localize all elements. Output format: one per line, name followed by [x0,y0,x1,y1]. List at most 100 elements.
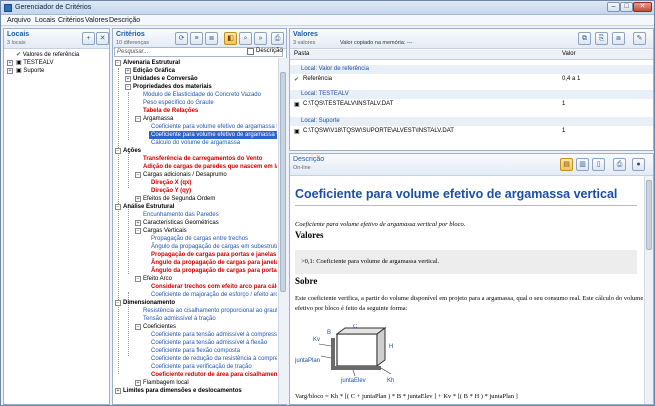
valores-header: Valores 3 valores Valor copiado na memór… [290,29,653,49]
print-icon[interactable]: ⎙ [613,158,626,171]
criterios-header: Critérios 10 diferenças ⟳ ≡ ≣ ◧ ⌕ » ⎙ [113,29,286,49]
tree-node[interactable]: Coeficiente para volume efetivo de argam… [151,123,277,131]
copy-icon[interactable]: ⧉ [578,32,591,45]
tree-node[interactable]: Encunhamento das Paredes [143,211,219,219]
locais-tree: ✔ Valores de referência + ▣ TESTEALV + ▣… [4,50,109,404]
tree-node[interactable]: Peso específico do Graute [143,99,214,107]
tree-node[interactable]: Ângulo da propagação de cargas em subest… [151,243,277,251]
tree-node[interactable]: Resistência ao cisalhamento proporcional… [143,307,277,315]
tree-node[interactable]: Direção X (qx) [151,179,191,187]
divider [295,205,637,206]
tree-node[interactable]: Coeficiente redutor de área para cisalha… [151,371,277,379]
tree-node[interactable]: Tensão admissível à tração [143,315,216,323]
valores-title: Valores [293,31,318,38]
tree-node[interactable]: Ângulo da propagação de cargas para jane… [151,259,277,267]
memo-label: Valor copiado na memória: --- [340,40,413,46]
locais-item[interactable]: ▣ TESTEALV [16,59,53,67]
menu-arquivo[interactable]: Arquivo [7,17,31,24]
expand-icon[interactable]: + [7,68,13,74]
table-row[interactable]: ✔ Referência 0,4 a 1 [290,75,653,84]
tree-node-selected[interactable]: Coeficiente para volume efetivo de argam… [149,131,277,139]
tree-node[interactable]: Módulo de Elasticidade do Concreto Vazad… [143,91,261,99]
tree-node[interactable]: Coeficiente para verificação de tração [151,363,252,371]
locais-item[interactable]: ▣ Suporte [16,67,44,75]
menu-locais[interactable]: Locais [35,17,55,24]
remove-local-icon[interactable]: ✕ [96,32,109,45]
refresh-icon[interactable]: ⟳ [175,32,188,45]
tree-node[interactable]: Unidades e Conversão [133,75,198,83]
table-row[interactable]: ▣ C:\TQS\TESTEALV\INSTALV.DAT 1 [290,100,653,109]
tree-node[interactable]: Propagação de cargas entre trechos [151,235,248,243]
valores-count: 3 valores [293,40,316,46]
group-header[interactable]: Local: Suporte [290,117,653,126]
title-bar: Gerenciador de Critérios – □ ✕ [1,1,654,15]
table-row[interactable]: ▣ C:\TQSW\V18\TQSW\SUPORTE\ALVEST\INSTAL… [290,127,653,136]
tree-node[interactable]: Coeficiente para tensão admissível à com… [151,331,277,339]
tree-node[interactable]: Considerar trechos com efeito arco para … [151,283,277,291]
tree-node[interactable]: Cálculo do volume de argamassa [151,139,240,147]
view-list-icon[interactable]: ▥ [576,158,589,171]
filter-differences-icon[interactable]: ◧ [224,32,237,45]
tree-node[interactable]: Características Geométricas [143,219,219,227]
tree-node[interactable]: Transferência de carregamentos do Vento [143,155,262,163]
tree-node[interactable]: Efeitos de Segunda Ordem [143,195,215,203]
tree-node[interactable]: Cargas Verticais [143,227,187,235]
view-page-icon[interactable]: ▯ [592,158,605,171]
col-pasta: Pasta [294,51,310,57]
locais-item[interactable]: ✔ Valores de referência [16,51,79,59]
tree-node[interactable]: Propagação de cargas para portas e janel… [151,251,276,259]
find-icon[interactable]: ⌕ [239,32,252,45]
tree-node[interactable]: Efeito Arco [143,275,172,283]
tree-node[interactable]: Flambagem local [143,379,189,387]
section-valores: Valores [295,230,324,240]
tree-node[interactable]: Coeficientes [143,323,176,331]
add-local-icon[interactable]: + [82,32,95,45]
tree-node[interactable]: Direção Y (qy) [151,187,191,195]
maximize-button[interactable]: □ [620,2,633,12]
descricao-checkbox-label: Descrição [256,48,283,54]
tree-node[interactable]: Limites para dimensões e deslocamentos [123,387,242,395]
tree-node[interactable]: Adição de cargas de paredes que nascem e… [143,163,277,171]
tree-node[interactable]: Argamassa [143,115,173,123]
tree-node[interactable]: Ações [123,147,141,155]
globe-icon[interactable]: ● [632,158,645,171]
tree-node[interactable]: Propriedades dos materiais [133,83,212,91]
scrollbar-thumb[interactable] [646,180,652,250]
group-header[interactable]: Local: TESTEALV [290,90,653,99]
criterios-scrollbar[interactable] [278,58,287,404]
tree-node[interactable]: Coeficiente de redução da resistência à … [151,355,277,363]
tree-node[interactable]: Análise Estrutural [123,203,174,211]
tree-node[interactable]: Coeficiente para flexão composta [151,347,240,355]
paste-icon[interactable]: ⎘ [595,32,608,45]
tree-node[interactable]: Coeficiente de majoração de esforço / ef… [151,291,277,299]
tree-node[interactable]: Edição Gráfica [133,67,175,75]
expand-icon[interactable]: + [7,60,13,66]
fig-label: C [353,324,358,330]
tree-node[interactable]: Coeficiente para tensão admissível à fle… [151,339,267,347]
view-html-icon[interactable]: ▤ [560,158,573,171]
tree-node[interactable]: Cargas adicionais / Desaprumo [143,171,227,179]
tree-node[interactable]: Ângulo da propagação de cargas para port… [151,267,277,275]
collapse-all-icon[interactable]: ≣ [205,32,218,45]
tree-node[interactable]: Alvenaria Estrutural [123,59,180,67]
print-icon[interactable]: ⎙ [271,32,284,45]
fig-label: Kh [387,378,394,384]
close-button[interactable]: ✕ [633,2,652,12]
find-next-icon[interactable]: » [254,32,267,45]
expand-all-icon[interactable]: ≡ [190,32,203,45]
fig-label: B [327,330,331,336]
group-header[interactable]: Local: Valor de referência [290,65,653,74]
locais-header: Locais 3 locais + ✕ [4,29,109,49]
menu-descricao[interactable]: Descrição [109,17,140,24]
paste-all-icon[interactable]: ⧈ [612,32,625,45]
tree-node[interactable]: Tabela de Relações [143,107,198,115]
tree-node[interactable]: Dimensionamento [123,299,175,307]
edit-icon[interactable]: ✎ [633,32,646,45]
descricao-scrollbar[interactable] [644,176,653,404]
descricao-checkbox[interactable] [247,48,254,55]
menu-criterios[interactable]: Critérios [58,17,84,24]
scrollbar-thumb[interactable] [280,72,286,292]
minimize-button[interactable]: – [607,2,620,12]
menu-valores[interactable]: Valores [85,17,108,24]
col-valor: Valor [562,51,576,57]
